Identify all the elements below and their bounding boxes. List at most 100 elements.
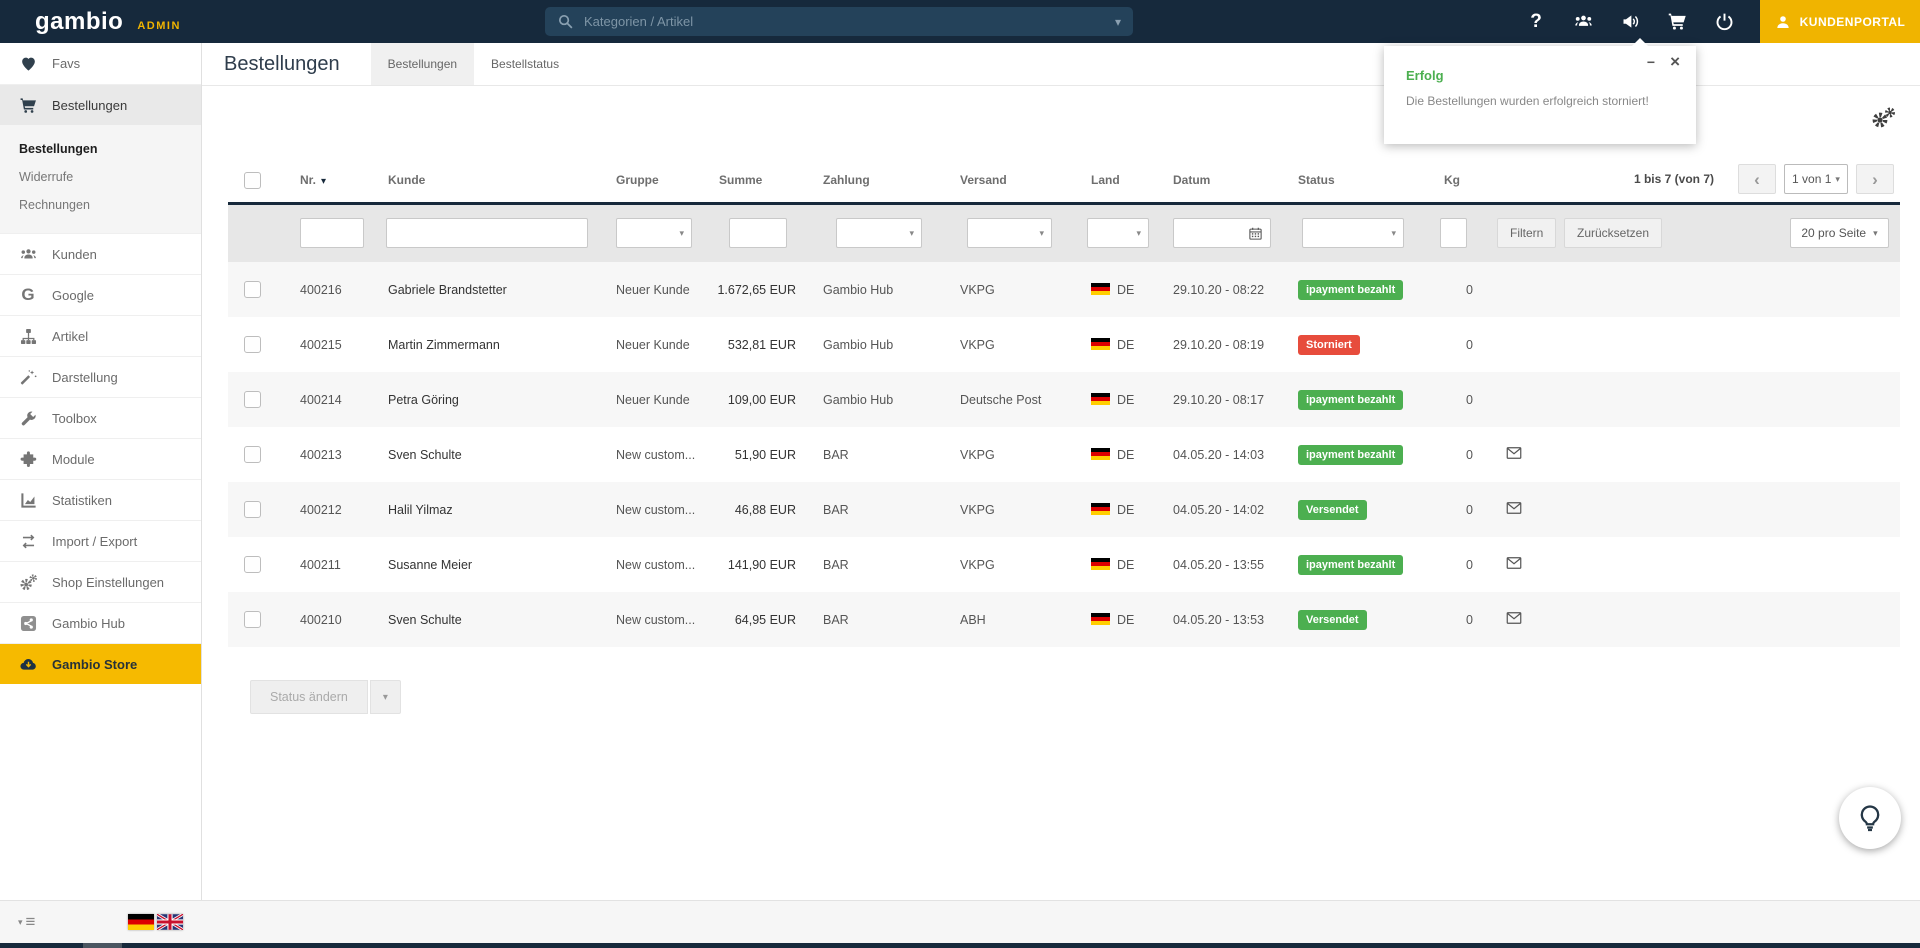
row-checkbox[interactable] xyxy=(244,336,261,353)
flag-de-icon xyxy=(1091,613,1110,625)
filter-kg-input[interactable] xyxy=(1440,218,1467,248)
filter-summe-input[interactable] xyxy=(729,218,787,248)
table-row[interactable]: 400215Martin ZimmermannNeuer Kunde532,81… xyxy=(228,317,1900,372)
flag-gb-icon[interactable] xyxy=(157,914,183,930)
column-header-datum[interactable]: Datum xyxy=(1173,173,1298,187)
order-gruppe: New custom... xyxy=(616,503,716,517)
column-header-status[interactable]: Status xyxy=(1298,173,1440,187)
order-datum: 29.10.20 - 08:19 xyxy=(1173,338,1298,352)
main-content: Bestellungen Bestellungen Bestellstatus … xyxy=(202,43,1920,900)
select-all-checkbox[interactable] xyxy=(244,172,261,189)
minimize-icon[interactable]: − xyxy=(1647,54,1655,70)
sidebar-item-toolbox[interactable]: Toolbox xyxy=(0,397,201,438)
sidebar-item-artikel[interactable]: Artikel xyxy=(0,315,201,356)
sidebar-item-import-export[interactable]: Import / Export xyxy=(0,520,201,561)
power-icon[interactable] xyxy=(1712,11,1736,33)
envelope-icon[interactable] xyxy=(1504,609,1524,627)
megaphone-icon[interactable] xyxy=(1618,11,1642,33)
column-header-zahlung[interactable]: Zahlung xyxy=(796,173,960,187)
footer-menu-toggle[interactable]: ▾ ≡ xyxy=(18,912,35,932)
reset-button[interactable]: Zurücksetzen xyxy=(1564,218,1662,248)
help-icon[interactable]: ? xyxy=(1524,11,1548,33)
global-search-input[interactable]: Kategorien / Artikel ▾ xyxy=(545,7,1133,36)
table-row[interactable]: 400213Sven SchulteNew custom...51,90 EUR… xyxy=(228,427,1900,482)
order-kg: 0 xyxy=(1440,338,1504,352)
column-header-nr[interactable]: Nr.▾ xyxy=(300,173,388,187)
filter-versand-select[interactable]: ▾ xyxy=(967,218,1052,248)
flag-de-icon[interactable] xyxy=(128,914,154,930)
envelope-icon[interactable] xyxy=(1504,499,1524,517)
sidebar-item-google[interactable]: GGoogle xyxy=(0,274,201,315)
filter-gruppe-select[interactable]: ▾ xyxy=(616,218,692,248)
sidebar-subitem-rechnungen[interactable]: Rechnungen xyxy=(0,191,201,219)
row-checkbox[interactable] xyxy=(244,446,261,463)
filter-zahlung-select[interactable]: ▾ xyxy=(836,218,922,248)
order-nr: 400216 xyxy=(300,283,388,297)
topbar: gambio ADMIN Kategorien / Artikel ▾ ? KU… xyxy=(0,0,1920,43)
row-checkbox[interactable] xyxy=(244,556,261,573)
table-row[interactable]: 400210Sven SchulteNew custom...64,95 EUR… xyxy=(228,592,1900,647)
cloud-download-icon xyxy=(18,655,38,674)
sidebar-item-gambio-store[interactable]: Gambio Store xyxy=(0,643,201,684)
sidebar-item-shop-einstellungen[interactable]: Shop Einstellungen xyxy=(0,561,201,602)
order-summe: 51,90 EUR xyxy=(716,448,796,462)
sidebar-item-gambio-hub[interactable]: Gambio Hub xyxy=(0,602,201,643)
column-header-kg[interactable]: Kg xyxy=(1440,173,1504,187)
filter-land-select[interactable]: ▾ xyxy=(1087,218,1149,248)
filter-kunde-input[interactable] xyxy=(386,218,588,248)
page-select[interactable]: 1 von 1▾ xyxy=(1784,164,1848,194)
table-row[interactable]: 400216Gabriele BrandstetterNeuer Kunde1.… xyxy=(228,262,1900,317)
tab-bestellungen[interactable]: Bestellungen xyxy=(371,43,474,85)
help-bulb-button[interactable] xyxy=(1839,787,1901,849)
table-row[interactable]: 400211Susanne MeierNew custom...141,90 E… xyxy=(228,537,1900,592)
cart-icon[interactable] xyxy=(1665,11,1689,33)
order-kg: 0 xyxy=(1440,613,1504,627)
filter-nr-input[interactable] xyxy=(300,218,364,248)
orders-table: Nr.▾ Kunde Gruppe Summe Zahlung Versand … xyxy=(228,122,1900,714)
sidebar-item-bestellungen[interactable]: Bestellungen xyxy=(0,84,201,125)
change-status-button[interactable]: Status ändern xyxy=(250,680,368,714)
sidebar-item-statistiken[interactable]: Statistiken xyxy=(0,479,201,520)
close-icon[interactable]: × xyxy=(1670,52,1680,72)
envelope-icon[interactable] xyxy=(1504,444,1524,462)
sidebar-item-kunden[interactable]: Kunden xyxy=(0,233,201,274)
filter-status-select[interactable]: ▾ xyxy=(1302,218,1404,248)
next-page-button[interactable]: › xyxy=(1856,164,1894,194)
tab-bestellstatus[interactable]: Bestellstatus xyxy=(474,43,576,85)
row-checkbox[interactable] xyxy=(244,501,261,518)
bulk-actions: Status ändern ▾ xyxy=(250,680,1900,714)
per-page-select[interactable]: 20 pro Seite▾ xyxy=(1790,218,1889,248)
sidebar-item-darstellung[interactable]: Darstellung xyxy=(0,356,201,397)
filter-button[interactable]: Filtern xyxy=(1497,218,1556,248)
table-settings-icon[interactable] xyxy=(1870,106,1896,130)
column-header-kunde[interactable]: Kunde xyxy=(388,173,616,187)
prev-page-button[interactable]: ‹ xyxy=(1738,164,1776,194)
column-header-versand[interactable]: Versand xyxy=(960,173,1091,187)
column-header-land[interactable]: Land xyxy=(1091,173,1173,187)
table-row[interactable]: 400212Halil YilmazNew custom...46,88 EUR… xyxy=(228,482,1900,537)
users-icon[interactable] xyxy=(1571,11,1595,33)
chevron-down-icon[interactable]: ▾ xyxy=(1115,15,1121,29)
filter-datum-input[interactable] xyxy=(1173,218,1271,248)
envelope-icon[interactable] xyxy=(1504,554,1524,572)
notification-title: Erfolg xyxy=(1406,68,1444,83)
row-checkbox[interactable] xyxy=(244,611,261,628)
table-row[interactable]: 400214Petra GöringNeuer Kunde109,00 EURG… xyxy=(228,372,1900,427)
row-checkbox[interactable] xyxy=(244,391,261,408)
brand[interactable]: gambio ADMIN xyxy=(35,8,181,36)
order-land: DE xyxy=(1091,558,1173,572)
sidebar-submenu: BestellungenWiderrufeRechnungen xyxy=(0,125,201,233)
kundenportal-button[interactable]: KUNDENPORTAL xyxy=(1760,0,1920,43)
sidebar-subitem-widerrufe[interactable]: Widerrufe xyxy=(0,163,201,191)
column-header-summe[interactable]: Summe xyxy=(716,173,796,187)
sidebar-item-module[interactable]: Module xyxy=(0,438,201,479)
change-status-dropdown[interactable]: ▾ xyxy=(370,680,401,714)
column-header-gruppe[interactable]: Gruppe xyxy=(616,173,716,187)
search-placeholder: Kategorien / Artikel xyxy=(584,14,1115,29)
order-summe: 46,88 EUR xyxy=(716,503,796,517)
sidebar-item-favs[interactable]: Favs xyxy=(0,43,201,84)
sidebar-subitem-bestellungen[interactable]: Bestellungen xyxy=(0,135,201,163)
language-flags xyxy=(128,914,183,930)
status-badge: Versendet xyxy=(1298,610,1367,630)
row-checkbox[interactable] xyxy=(244,281,261,298)
